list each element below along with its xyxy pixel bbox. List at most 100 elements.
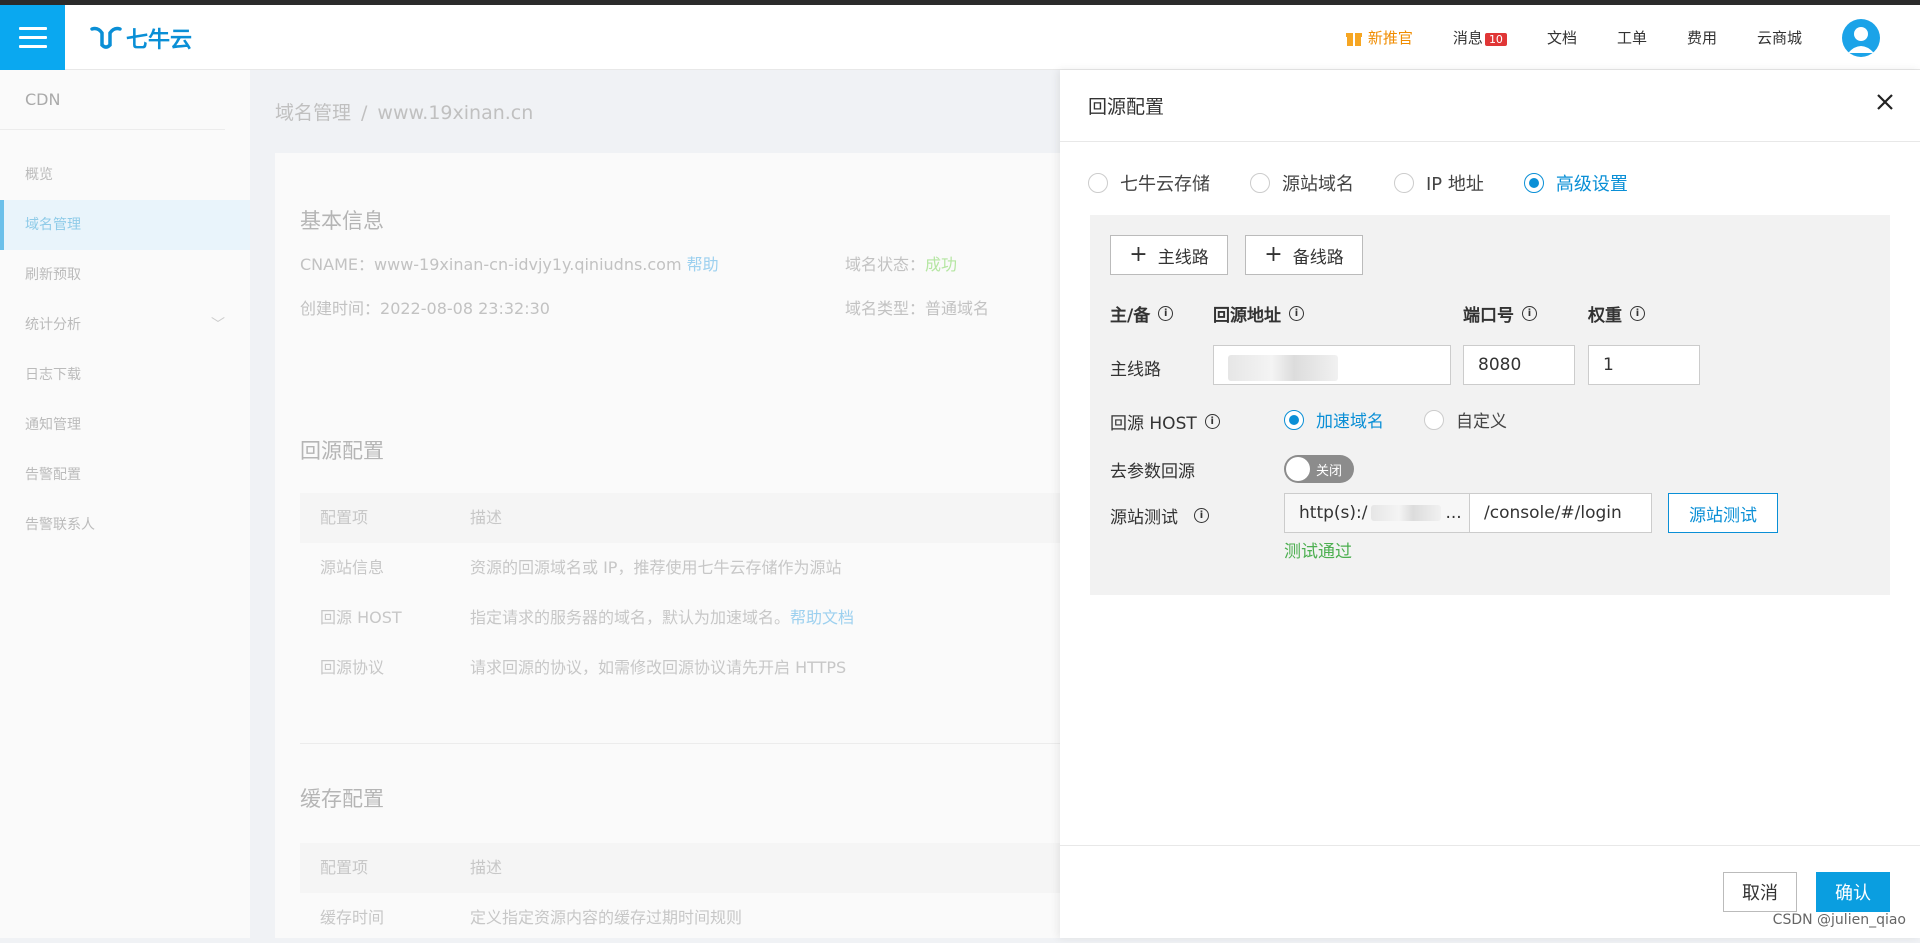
- table-cell: 缓存时间: [320, 893, 384, 943]
- table-row: 源站信息 资源的回源域名或 IP，推荐使用七牛云存储作为源站: [300, 543, 1060, 593]
- csdn-watermark: CSDN @julien_qiao: [1773, 912, 1906, 928]
- primary-line-label: 主线路: [1110, 355, 1161, 380]
- sidebar: CDN 概览 域名管理 刷新预取 统计分析﹀ 日志下载 通知管理 告警配置 告警…: [0, 70, 250, 938]
- sidebar-item-alert-contacts[interactable]: 告警联系人: [0, 500, 250, 550]
- cname-help-link[interactable]: 帮助: [687, 255, 719, 274]
- origin-type-radio-group: 七牛云存储 源站域名 IP 地址 高级设置: [1088, 170, 1628, 196]
- help-docs-link[interactable]: 帮助文档: [790, 608, 854, 627]
- add-backup-line-button[interactable]: +备线路: [1245, 235, 1363, 275]
- port-input[interactable]: 8080: [1463, 345, 1575, 385]
- origin-host-label-text: 回源 HOST: [1110, 409, 1197, 434]
- radio-origin-domain[interactable]: 源站域名: [1250, 170, 1354, 196]
- sidebar-title: CDN: [0, 70, 225, 130]
- plus-icon: +: [1129, 245, 1147, 265]
- redacted-address: [1228, 355, 1338, 381]
- info-icon[interactable]: i: [1289, 306, 1304, 321]
- info-icon[interactable]: i: [1205, 414, 1220, 429]
- radio-label: 七牛云存储: [1120, 170, 1210, 196]
- radio-advanced[interactable]: 高级设置: [1524, 170, 1628, 196]
- table-cell: 回源 HOST: [320, 593, 402, 643]
- strip-params-label: 去参数回源: [1110, 457, 1195, 482]
- info-icon[interactable]: i: [1522, 306, 1537, 321]
- origin-test-button[interactable]: 源站测试: [1668, 493, 1778, 533]
- table-header-cell: 配置项: [320, 493, 368, 543]
- table-row: 回源 HOST 指定请求的服务器的域名，默认为加速域名。帮助文档: [300, 593, 1060, 643]
- nav-docs[interactable]: 文档: [1547, 27, 1577, 48]
- top-header: 七牛云 新推官 消息10 文档 工单 费用 云商城: [0, 5, 1920, 70]
- test-result-text: 测试通过: [1284, 537, 1352, 562]
- sidebar-item-refresh[interactable]: 刷新预取: [0, 250, 250, 300]
- radio-circle: [1394, 173, 1414, 193]
- breadcrumb-sep: /: [361, 102, 367, 124]
- radio-ip-address[interactable]: IP 地址: [1394, 170, 1484, 196]
- sidebar-item-stats[interactable]: 统计分析﹀: [0, 300, 250, 350]
- sidebar-item-domains[interactable]: 域名管理: [0, 200, 250, 250]
- test-url-prefix-text: http(s):/: [1299, 503, 1367, 523]
- brand-logo[interactable]: 七牛云: [90, 22, 192, 54]
- cancel-button[interactable]: 取消: [1723, 872, 1797, 912]
- gift-icon: [1346, 29, 1362, 47]
- menu-toggle-button[interactable]: [0, 5, 65, 70]
- table-header: 配置项 描述: [300, 843, 1060, 893]
- advanced-settings-panel: +主线路 +备线路 主/备i 回源地址i 端口号i 权重i 主线路 8080 1…: [1090, 215, 1890, 595]
- confirm-button[interactable]: 确认: [1816, 872, 1890, 912]
- info-icon[interactable]: i: [1630, 306, 1645, 321]
- table-cell: 回源协议: [320, 643, 384, 693]
- nav-promo[interactable]: 新推官: [1346, 27, 1413, 48]
- hamburger-icon: [19, 24, 47, 51]
- user-avatar[interactable]: [1842, 19, 1880, 57]
- add-primary-label: 主线路: [1158, 243, 1209, 268]
- close-icon[interactable]: [1875, 88, 1895, 117]
- table-cell: 源站信息: [320, 543, 384, 593]
- table-cell: 指定请求的服务器的域名，默认为加速域名。帮助文档: [470, 593, 854, 643]
- message-count-badge: 10: [1485, 33, 1507, 46]
- status-row: 域名状态：成功: [845, 251, 957, 275]
- cache-config-title: 缓存配置: [300, 783, 384, 813]
- radio-host-custom[interactable]: 自定义: [1424, 407, 1507, 432]
- origin-config-rows: 源站信息 资源的回源域名或 IP，推荐使用七牛云存储作为源站 回源 HOST 指定请…: [300, 543, 1060, 693]
- add-primary-line-button[interactable]: + 主线路: [1110, 235, 1228, 275]
- col-weight-label: 权重: [1588, 301, 1622, 326]
- add-backup-label: 备线路: [1293, 243, 1344, 268]
- toggle-knob: [1286, 457, 1310, 481]
- col-address: 回源地址 i: [1213, 301, 1304, 326]
- col-type-label: 主/备: [1110, 301, 1150, 326]
- test-path-input[interactable]: /console/#/login: [1469, 493, 1652, 533]
- nav-tickets[interactable]: 工单: [1617, 27, 1647, 48]
- info-icon[interactable]: i: [1194, 508, 1209, 523]
- origin-address-input[interactable]: [1213, 345, 1451, 385]
- origin-config-table: 配置项描述: [300, 493, 1060, 543]
- sidebar-item-notify[interactable]: 通知管理: [0, 400, 250, 450]
- table-cell: 资源的回源域名或 IP，推荐使用七牛云存储作为源站: [470, 543, 841, 593]
- table-header-cell: 配置项: [320, 843, 368, 893]
- nav-messages[interactable]: 消息10: [1453, 27, 1507, 48]
- table-row: 缓存时间定义指定资源内容的缓存过期时间规则: [300, 893, 1060, 943]
- radio-circle: [1088, 173, 1108, 193]
- radio-label: 自定义: [1456, 407, 1507, 432]
- radio-qiniu-storage[interactable]: 七牛云存储: [1088, 170, 1210, 196]
- radio-host-accel-domain[interactable]: 加速域名: [1284, 407, 1384, 432]
- main-content: 域名管理/www.19xinan.cn 基本信息 CNAME：www-19xin…: [250, 70, 1060, 938]
- table-header-cell: 描述: [470, 843, 502, 893]
- nav-billing[interactable]: 费用: [1687, 27, 1717, 48]
- sidebar-item-overview[interactable]: 概览: [0, 150, 250, 200]
- close-x-glyph: [1875, 92, 1895, 112]
- nav-messages-label: 消息: [1453, 29, 1483, 47]
- strip-params-toggle[interactable]: 关闭: [1284, 455, 1354, 483]
- radio-circle-selected: [1524, 173, 1544, 193]
- col-address-label: 回源地址: [1213, 301, 1281, 326]
- radio-label: IP 地址: [1426, 170, 1484, 196]
- nav-promo-label: 新推官: [1368, 27, 1413, 48]
- breadcrumb-root[interactable]: 域名管理: [275, 102, 351, 124]
- top-nav: 新推官 消息10 文档 工单 费用 云商城: [1346, 5, 1880, 70]
- sidebar-item-logs[interactable]: 日志下载: [0, 350, 250, 400]
- breadcrumb-current: www.19xinan.cn: [377, 102, 533, 124]
- origin-test-label: 源站测试i: [1110, 503, 1209, 528]
- breadcrumb: 域名管理 / www.19xinan.cn: [275, 98, 533, 125]
- nav-mall[interactable]: 云商城: [1757, 27, 1802, 48]
- info-icon[interactable]: i: [1158, 306, 1173, 321]
- radio-circle: [1424, 410, 1444, 430]
- sidebar-item-alerts[interactable]: 告警配置: [0, 450, 250, 500]
- weight-input[interactable]: 1: [1588, 345, 1700, 385]
- origin-host-label: 回源 HOST i: [1110, 409, 1220, 434]
